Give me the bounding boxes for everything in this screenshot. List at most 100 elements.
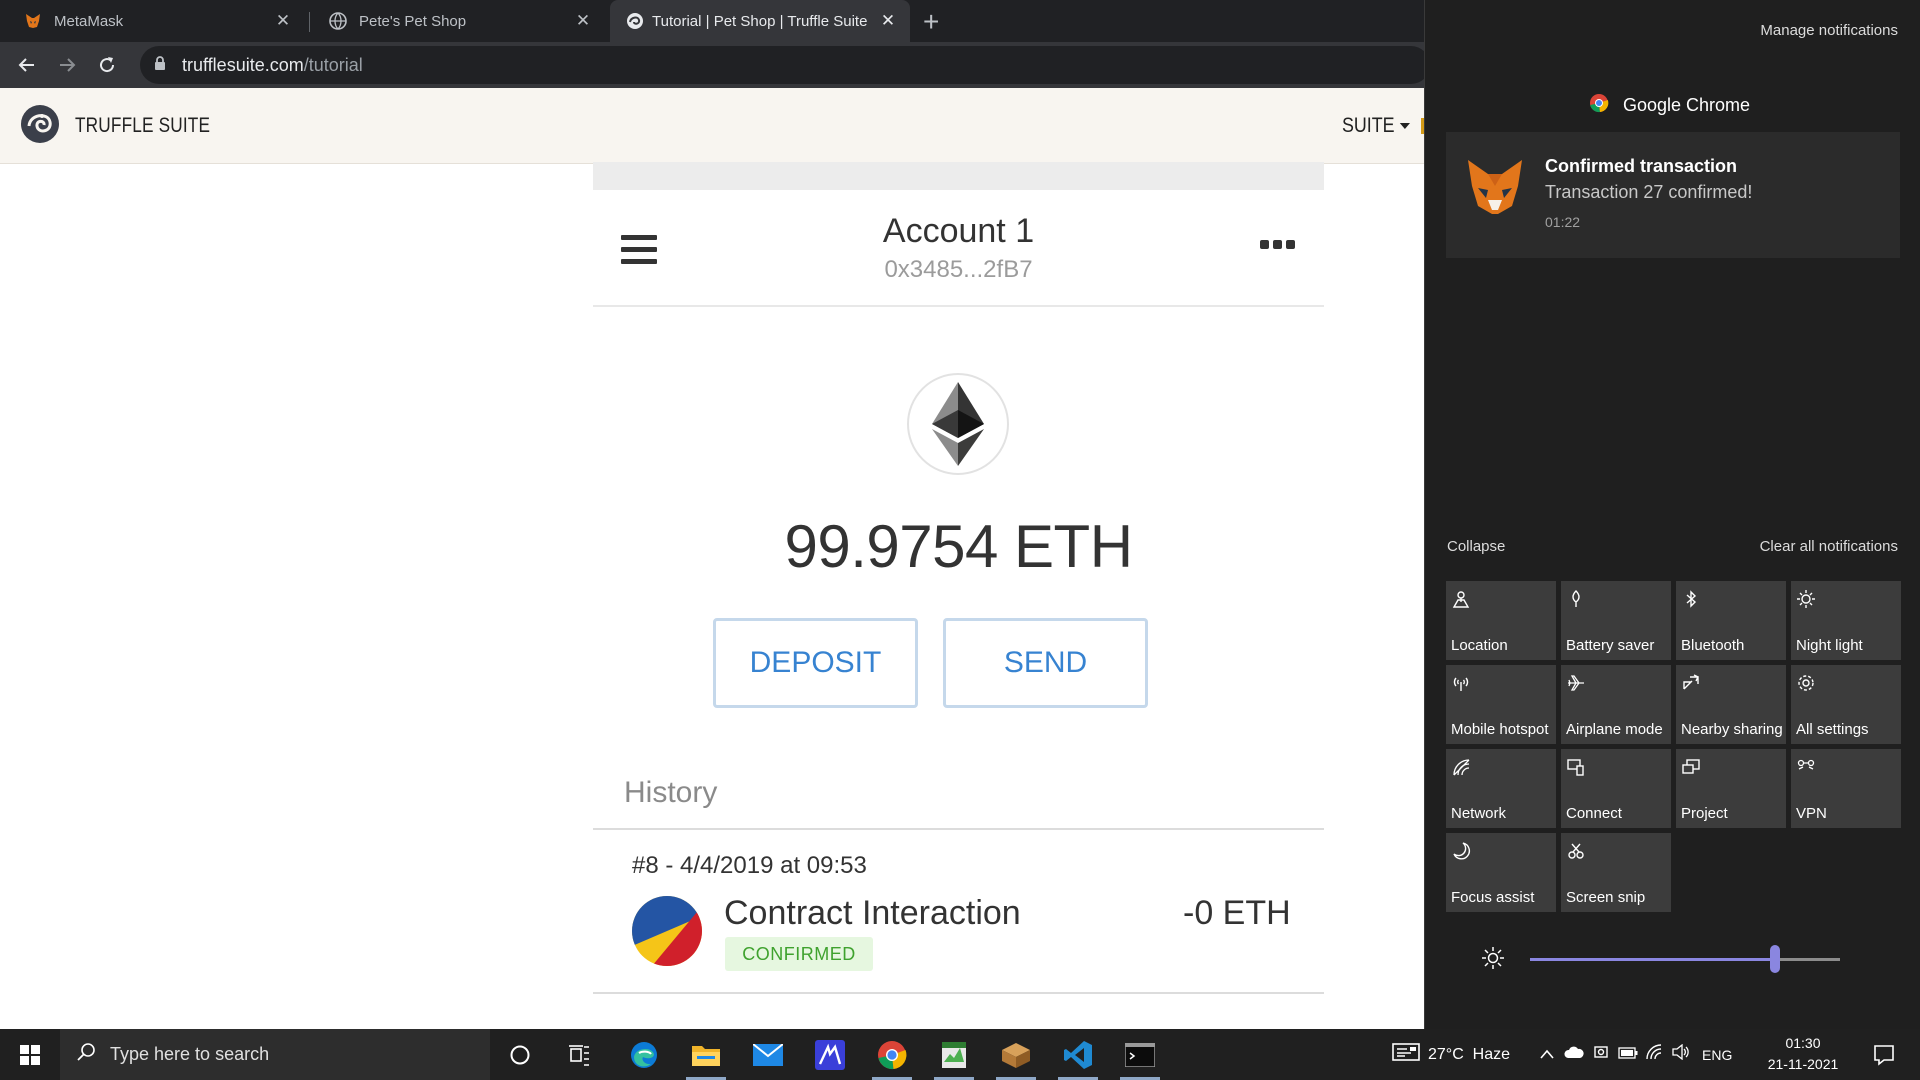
quick-action-location[interactable]: Location (1446, 581, 1556, 660)
quick-action-screen-snip[interactable]: Screen snip (1561, 833, 1671, 912)
account-name: Account 1 (882, 212, 1035, 250)
notification-toast[interactable]: Confirmed transaction Transaction 27 con… (1446, 132, 1900, 258)
truffle-logo-icon[interactable] (20, 104, 60, 149)
status-badge: CONFIRMED (725, 937, 873, 971)
metamask-fox-icon (1464, 156, 1526, 223)
quick-action-label: Mobile hotspot (1451, 721, 1549, 738)
action-center-icon[interactable] (1862, 1029, 1906, 1080)
notification-body: Transaction 27 confirmed! (1545, 182, 1753, 202)
tab-metamask[interactable]: MetaMask ✕ (0, 0, 305, 42)
account-header: Account 1 0x3485...2fB7 (593, 190, 1324, 307)
suite-menu[interactable]: SUITE (1342, 114, 1410, 138)
lock-icon[interactable] (154, 55, 166, 75)
quick-action-label: Location (1451, 637, 1508, 654)
quick-action-connect[interactable]: Connect (1561, 749, 1671, 828)
metamask-screenshot: Account 1 0x3485...2fB7 99.9754 ETH DEPO… (593, 162, 1324, 1029)
brightness-slider-thumb[interactable] (1769, 945, 1780, 973)
task-view-icon[interactable] (552, 1029, 608, 1080)
reload-icon[interactable] (94, 52, 120, 78)
quick-actions-grid: Location Battery saver Bluetooth Night l… (1446, 581, 1901, 912)
wifi-icon[interactable] (1646, 1044, 1664, 1065)
bluetooth-icon (1686, 590, 1697, 608)
battery-icon[interactable] (1618, 1046, 1638, 1064)
tab-close-icon[interactable]: ✕ (273, 11, 293, 31)
quick-action-vpn[interactable]: VPN (1791, 749, 1901, 828)
tab-pet-shop[interactable]: Pete's Pet Shop ✕ (305, 0, 605, 42)
quick-action-night-light[interactable]: Night light (1791, 581, 1901, 660)
quick-action-nearby-sharing[interactable]: Nearby sharing (1676, 665, 1786, 744)
chrome-taskbar-icon[interactable] (864, 1029, 920, 1080)
tab-title: Tutorial | Pet Shop | Truffle Suite (652, 12, 868, 30)
vscode-icon[interactable] (1050, 1029, 1106, 1080)
quick-action-airplane-mode[interactable]: Airplane mode (1561, 665, 1671, 744)
windows-start-icon[interactable] (0, 1029, 60, 1080)
manage-notifications-link[interactable]: Manage notifications (1760, 22, 1898, 39)
edge-icon[interactable] (616, 1029, 672, 1080)
truffle-header: TRUFFLE SUITE SUITE (0, 88, 1424, 164)
quick-action-network[interactable]: Network (1446, 749, 1556, 828)
chevron-up-icon[interactable] (1540, 1046, 1554, 1064)
ganache-icon[interactable] (926, 1029, 982, 1080)
taskbar-clock[interactable]: 01:30 21-11-2021 (1760, 1033, 1846, 1075)
quick-action-bluetooth[interactable]: Bluetooth (1676, 581, 1786, 660)
volume-icon[interactable] (1672, 1043, 1690, 1065)
language-indicator[interactable]: ENG (1702, 1047, 1732, 1063)
caret-down-icon (1399, 123, 1410, 130)
url-host: trufflesuite.com (182, 54, 304, 75)
connect-icon (1567, 759, 1584, 776)
notification-time: 01:22 (1545, 214, 1581, 230)
onedrive-icon[interactable] (1564, 1045, 1584, 1064)
windows-taskbar: Type here to search 27°C Haze ENG 01:30 … (0, 1029, 1920, 1080)
send-button[interactable]: SEND (943, 618, 1148, 708)
more-options-icon[interactable] (1260, 240, 1295, 249)
contract-identicon-icon (632, 896, 702, 966)
weather-text: 27°C Haze (1428, 1045, 1510, 1063)
search-icon (76, 1042, 96, 1067)
truffle-brand-name[interactable]: TRUFFLE SUITE (75, 114, 210, 138)
chrome-window: MetaMask ✕ Pete's Pet Shop ✕ Tutorial | … (0, 0, 1424, 1029)
cortana-icon[interactable] (492, 1029, 548, 1080)
notification-app-name: Google Chrome (1623, 95, 1751, 115)
clock-time: 01:30 (1785, 1035, 1821, 1051)
file-explorer-icon[interactable] (678, 1029, 734, 1080)
weather-widget[interactable]: 27°C Haze (1392, 1029, 1510, 1080)
deposit-button[interactable]: DEPOSIT (713, 618, 918, 708)
account-address: 0x3485...2fB7 (884, 256, 1033, 283)
quick-action-label: Screen snip (1566, 889, 1646, 906)
gear-icon (1798, 675, 1814, 691)
app-m-icon[interactable] (802, 1029, 858, 1080)
quick-action-battery-saver[interactable]: Battery saver (1561, 581, 1671, 660)
history-heading: History (624, 776, 718, 809)
vpn-icon (1797, 759, 1815, 770)
metamask-fox-icon (24, 12, 42, 30)
clear-all-notifications-link[interactable]: Clear all notifications (1760, 538, 1898, 555)
taskbar-search-box[interactable]: Type here to search (60, 1029, 490, 1080)
truffle-box-icon[interactable] (988, 1029, 1044, 1080)
address-bar[interactable]: trufflesuite.com/tutorial (140, 46, 1424, 84)
back-arrow-icon[interactable] (14, 52, 40, 78)
location-icon (1452, 591, 1470, 608)
quick-action-label: Network (1451, 805, 1507, 822)
moon-icon (1453, 842, 1471, 860)
new-tab-icon[interactable]: + (923, 6, 939, 38)
forward-arrow-icon[interactable] (54, 52, 80, 78)
brightness-slider-fill (1530, 958, 1775, 961)
night-light-icon (1797, 590, 1815, 608)
chrome-icon (1589, 93, 1609, 118)
quick-action-all-settings[interactable]: All settings (1791, 665, 1901, 744)
transaction-title[interactable]: Contract Interaction (724, 894, 1021, 933)
collapse-link[interactable]: Collapse (1447, 538, 1505, 555)
tab-close-icon[interactable]: ✕ (573, 11, 593, 31)
action-center: Manage notifications Google Chrome Confi… (1424, 0, 1920, 1029)
quick-action-project[interactable]: Project (1676, 749, 1786, 828)
brightness-slider[interactable] (1530, 945, 1840, 973)
quick-action-mobile-hotspot[interactable]: Mobile hotspot (1446, 665, 1556, 744)
mail-icon[interactable] (740, 1029, 796, 1080)
tab-close-icon[interactable]: ✕ (878, 11, 898, 31)
meet-now-icon[interactable] (1592, 1043, 1610, 1066)
tab-truffle-tutorial[interactable]: Tutorial | Pet Shop | Truffle Suite ✕ (610, 0, 910, 42)
quick-action-label: Focus assist (1451, 889, 1535, 906)
terminal-icon[interactable] (1112, 1029, 1168, 1080)
quick-action-focus-assist[interactable]: Focus assist (1446, 833, 1556, 912)
tab-strip: MetaMask ✕ Pete's Pet Shop ✕ Tutorial | … (0, 0, 1424, 42)
